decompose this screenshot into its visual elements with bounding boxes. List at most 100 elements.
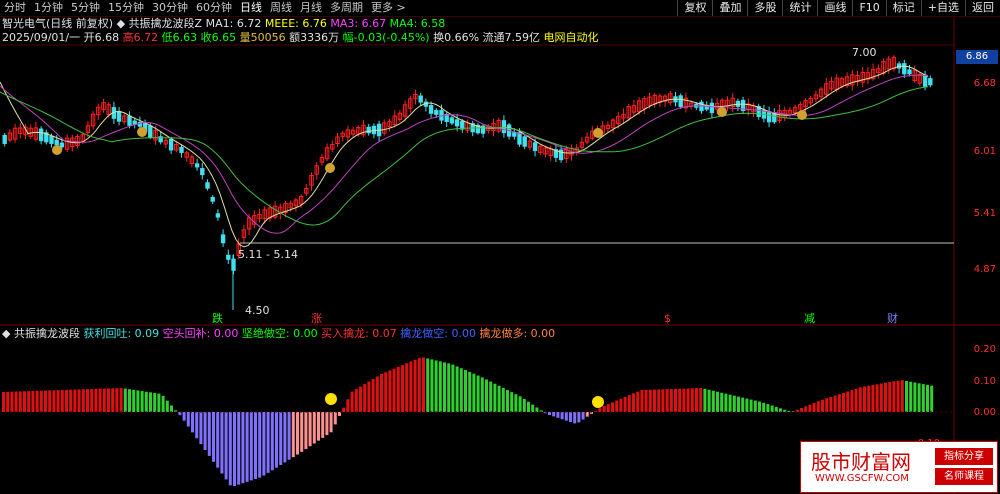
- histogram-bar: [380, 374, 383, 412]
- histogram-bar: [186, 412, 190, 427]
- histogram-bar: [837, 394, 841, 412]
- candle-body: [179, 146, 184, 153]
- histogram-bar: [287, 412, 291, 460]
- histogram-bar: [417, 357, 421, 412]
- sub-indicator-name[interactable]: 共振擒龙波段: [14, 327, 80, 340]
- histogram-bar: [354, 389, 358, 412]
- histogram-bar: [195, 412, 199, 439]
- histogram-bar: [346, 399, 350, 412]
- candle-body: [215, 213, 221, 218]
- histogram-bar: [86, 389, 89, 412]
- histogram-bar: [132, 389, 136, 412]
- histogram-bar: [31, 390, 35, 412]
- candle-body: [709, 102, 715, 114]
- candle-body: [49, 135, 54, 144]
- histogram-bar: [241, 412, 245, 484]
- histogram-bar: [73, 389, 77, 412]
- histogram-bar: [762, 402, 766, 412]
- candle-body: [205, 182, 210, 189]
- price-axis-label-2: 6.01: [973, 146, 996, 157]
- candle-body: [116, 110, 122, 122]
- histogram-bar: [766, 404, 770, 412]
- histogram-bar: [401, 365, 404, 412]
- histogram-bar: [531, 404, 535, 412]
- histogram-bar: [90, 388, 94, 412]
- histogram-bar: [153, 392, 157, 412]
- watermark-tag-share: 指标分享: [935, 448, 993, 465]
- histogram-bar: [741, 397, 745, 412]
- sub-item-buy-dragon: 买入擒龙: 0.07: [321, 327, 397, 340]
- candle-body: [200, 168, 205, 176]
- histogram-bar: [270, 412, 274, 471]
- histogram-bar: [674, 388, 677, 412]
- histogram-bar: [207, 412, 211, 456]
- histogram-bar: [661, 389, 665, 412]
- histogram-bar: [342, 407, 346, 412]
- marker-up: 涨: [311, 312, 322, 325]
- histogram-bar: [690, 388, 694, 412]
- histogram-bar: [56, 390, 60, 412]
- histogram-bar: [913, 382, 917, 412]
- histogram-bar: [149, 392, 152, 412]
- histogram-bar: [493, 383, 497, 412]
- histogram-bar: [602, 405, 606, 412]
- histogram-bar: [228, 412, 232, 486]
- histogram-bar: [909, 381, 913, 412]
- histogram-bar: [905, 380, 908, 412]
- histogram-bar: [758, 401, 761, 412]
- histogram-bar: [506, 390, 509, 412]
- histogram-bar: [867, 385, 871, 412]
- smiley-icon: [325, 393, 337, 405]
- histogram-bar: [527, 401, 530, 412]
- histogram-bar: [388, 370, 392, 412]
- histogram-bar: [107, 388, 110, 412]
- histogram-bar: [245, 412, 249, 482]
- histogram-bar: [291, 412, 295, 458]
- money-bag-icon: [797, 110, 807, 120]
- histogram-bar: [27, 391, 31, 412]
- histogram-bar: [564, 412, 568, 421]
- histogram-bar: [258, 412, 262, 478]
- histogram-bar: [300, 412, 304, 452]
- candle-body: [501, 120, 507, 134]
- sub-collapse-icon[interactable]: ◆: [2, 327, 10, 340]
- kline-chart[interactable]: 7.00 5.11 - 5.14 4.50 跌 涨 $ 减 财: [0, 0, 1000, 494]
- histogram-bar: [14, 391, 18, 412]
- histogram-bar: [842, 392, 845, 412]
- histogram-bar: [140, 391, 144, 412]
- histogram-bar: [191, 412, 194, 433]
- candle-body: [148, 125, 153, 138]
- histogram-bar: [237, 412, 241, 485]
- histogram-bar: [833, 395, 837, 412]
- histogram-bar: [825, 398, 829, 412]
- histogram-bar: [560, 412, 564, 420]
- histogram-bar: [535, 407, 539, 412]
- histogram-bar: [821, 399, 824, 412]
- candle-body: [532, 142, 538, 152]
- histogram-bar: [615, 400, 619, 412]
- histogram-bar: [39, 390, 43, 412]
- histogram-bar: [182, 412, 186, 421]
- histogram-bar: [426, 358, 430, 412]
- histogram-bar: [434, 360, 438, 412]
- watermark-url: WWW.GSCFW.COM: [815, 473, 909, 484]
- histogram-bar: [392, 368, 396, 412]
- histogram-bar: [501, 387, 505, 412]
- histogram-bar: [846, 391, 850, 412]
- sub-item-short-cover: 空头回补: 0.00: [162, 327, 239, 340]
- candle-body: [922, 74, 928, 87]
- histogram-bar: [753, 400, 757, 412]
- histogram-bar: [749, 399, 753, 412]
- price-axis-label-1: 6.68: [973, 78, 996, 89]
- histogram-bar: [863, 386, 866, 412]
- histogram-bar: [619, 398, 623, 412]
- histogram-bar: [115, 388, 119, 412]
- smiley-icon: [592, 396, 604, 408]
- histogram-bar: [716, 391, 719, 412]
- histogram-bar: [858, 387, 862, 412]
- sub-item-profit-take: 获利回吐: 0.09: [83, 327, 160, 340]
- histogram-bar: [812, 402, 816, 412]
- candle-body: [418, 95, 423, 103]
- histogram-bar: [212, 412, 215, 462]
- histogram-bar: [485, 379, 488, 412]
